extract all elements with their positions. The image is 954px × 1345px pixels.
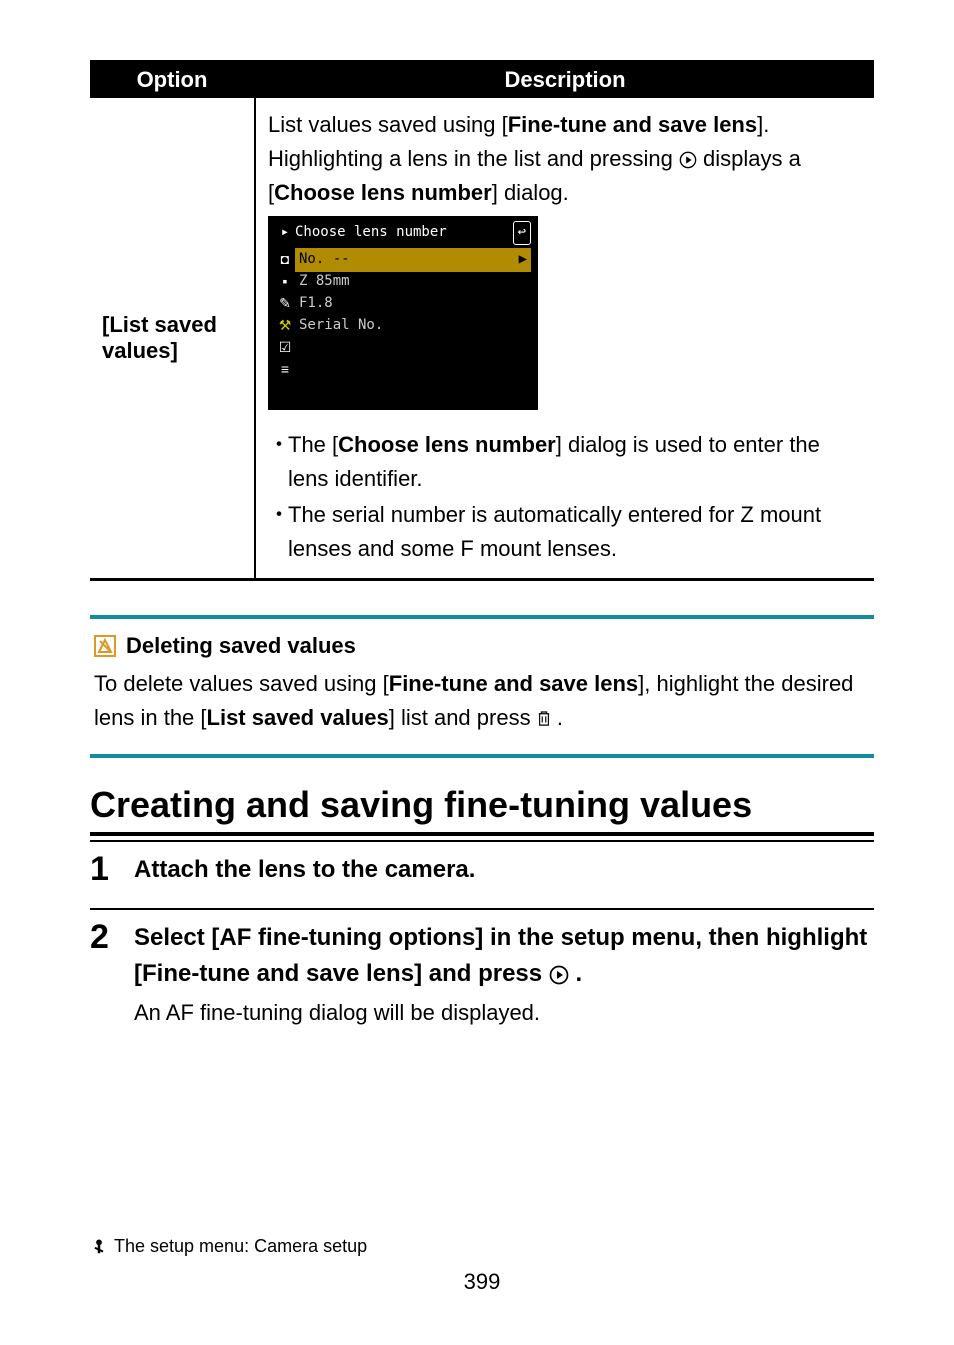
note-callout: Deleting saved values To delete values s… [90,615,874,757]
option-name: [List saved values] [90,98,255,580]
step-title: Select [AF fine-tuning options] in the s… [134,924,867,987]
play-icon: ▸ [275,222,295,244]
setup-icon [90,1236,108,1257]
back-icon: ↩ [513,221,531,245]
desc-text: ] dialog. [492,180,569,205]
step-number: 2 [90,920,120,1029]
col-description: Description [255,62,874,98]
bullet-text: The [ [288,432,338,457]
step-title-text: Select [AF fine-tuning options] in the s… [134,924,867,987]
list-icon: ≡ [275,359,295,381]
section-heading: Creating and saving fine-tuning values [90,784,874,836]
note-title-text: Deleting saved values [126,633,356,659]
trash-icon [537,705,557,730]
desc-text: List values saved using [ [268,112,508,137]
page-number: 399 [90,1269,874,1295]
pencil-icon: ✎ [275,293,295,315]
camera-menu-image: ▸ Choose lens number ↩ ◘No. --▶ ▪Z 85mm … [268,216,538,410]
note-text: To delete values saved using [ [94,671,389,696]
bullet-bold: Choose lens number [338,432,556,457]
step-title-text: . [575,960,582,987]
note-text: ] list and press [389,705,537,730]
note-bold: Fine-tune and save lens [389,671,638,696]
camera-line: F1.8 [295,293,333,315]
edit-icon: ☑ [275,337,295,359]
step-2: 2 Select [AF fine-tuning options] in the… [90,908,874,1049]
table-row: [List saved values] List values saved us… [90,98,874,580]
camera-selected-row: No. --▶ [295,248,531,272]
desc-bold: Choose lens number [274,180,492,205]
step-number: 1 [90,852,120,888]
note-body: To delete values saved using [Fine-tune … [94,667,870,735]
col-option: Option [90,62,255,98]
note-bold: List saved values [207,705,389,730]
camera-title: Choose lens number [295,222,447,244]
option-description: List values saved using [Fine-tune and s… [255,98,874,580]
camera-line: Serial No. [295,315,383,337]
page-footer: The setup menu: Camera setup 399 [90,1216,874,1295]
list-item: The serial number is automatically enter… [268,498,862,566]
camera-icon: ◘ [275,249,295,271]
list-item: The [Choose lens number] dialog is used … [268,428,862,496]
wrench-icon: ⚒ [275,315,295,337]
note-text: . [557,705,563,730]
step-subtext: An AF fine-tuning dialog will be display… [134,996,874,1029]
right-icon [679,146,703,171]
video-icon: ▪ [275,271,295,293]
warning-icon [94,635,116,657]
step-title: Attach the lens to the camera. [134,856,475,883]
options-table: Option Description [List saved values] L… [90,60,874,581]
right-icon [549,960,576,987]
desc-bold: Fine-tune and save lens [508,112,757,137]
footer-text: The setup menu: Camera setup [114,1236,367,1257]
camera-line: Z 85mm [295,271,350,293]
step-1: 1 Attach the lens to the camera. [90,840,874,908]
